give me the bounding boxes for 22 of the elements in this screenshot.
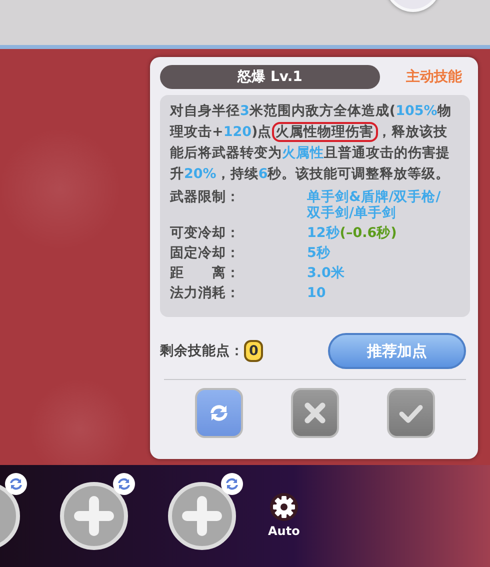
skill-type: 主动技能 [406,68,462,86]
skill-description: 对自身半径3米范围内敌方全体造成(105%物理攻击+120)点 火属性物理伤害 ，释放该技能后将武器转变为火属性且普通攻击的伤害提升20%，持续6秒。该技能可调整释放等级。 [170,102,452,184]
gear-icon [268,492,299,522]
reset-button[interactable] [195,388,243,438]
stat-value: 3.0米 [307,265,345,281]
stat-label: 法力消耗： [170,285,241,301]
stat-value: 10 [307,285,326,301]
stat-value: 单手剑&盾牌/双手枪/双手剑/单手剑 [307,189,442,221]
stat-label: 武器限制： [170,189,241,207]
stat-value: 5秒 [307,245,330,261]
skill-points-label: 剩余技能点： 0 [160,340,264,362]
stat-label: 可变冷却： [170,225,241,241]
plus-icon [182,496,222,536]
swap-icon [220,472,244,496]
stat-label: 距 离： [170,265,241,281]
skill-title: 怒爆 Lv.1 [160,65,380,89]
auto-button[interactable]: Auto [268,492,300,540]
stat-value: 12秒(–0.6秒) [307,225,397,241]
swap-icon [112,472,136,496]
stat-label: 固定冷却： [170,245,241,261]
plus-icon [74,496,114,536]
swap-icon [4,472,28,496]
